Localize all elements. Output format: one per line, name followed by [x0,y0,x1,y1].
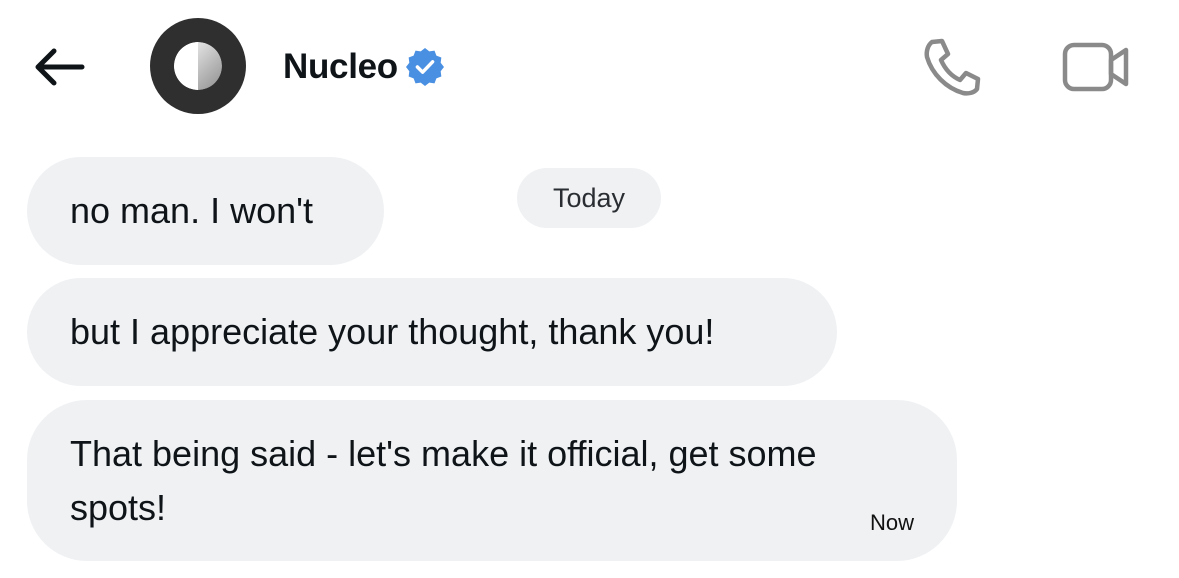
message-text: but I appreciate your thought, thank you… [70,311,715,352]
back-button[interactable] [30,42,90,92]
arrow-left-icon [35,48,85,86]
date-separator: Today [517,168,661,228]
verified-badge-icon [405,48,444,86]
contact-name: Nucleo [283,47,398,86]
nucleo-logo [174,42,222,90]
message-bubble[interactable]: but I appreciate your thought, thank you… [27,278,837,386]
contact-avatar[interactable] [150,18,246,114]
message-text: no man. I won't [70,190,313,231]
contact-name-row[interactable]: Nucleo [283,44,444,90]
message-text: That being said - let's make it official… [70,433,817,528]
message-bubble[interactable]: That being said - let's make it official… [27,400,957,561]
message-bubble[interactable]: no man. I won't [27,157,384,265]
video-camera-icon [1062,42,1129,92]
message-timestamp: Now [869,510,914,535]
phone-icon [924,38,981,96]
dm-conversation-screen: Nucleo no man. I won't Today but I appre… [0,0,1179,578]
call-button[interactable] [918,36,984,98]
video-call-button[interactable] [1058,38,1134,96]
